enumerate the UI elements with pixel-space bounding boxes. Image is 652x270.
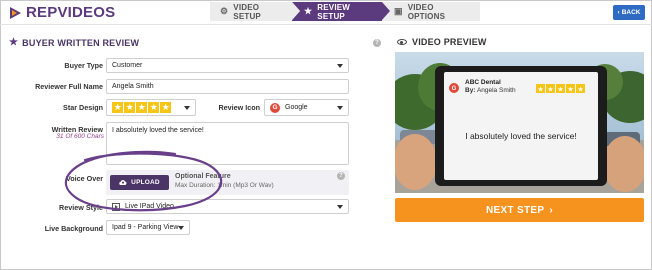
char-count: 31 Of 600 Chars xyxy=(56,133,104,140)
form-title: BUYER WRITTEN REVIEW xyxy=(22,37,140,48)
next-step-label: NEXT STEP xyxy=(486,204,545,216)
svg-text:★: ★ xyxy=(547,86,553,94)
star-icon: ★ xyxy=(124,102,135,113)
max-duration-text: Max Duration: 1min (Mp3 Or Wav) xyxy=(175,182,274,189)
upload-button[interactable]: UPLOAD xyxy=(110,175,169,190)
cloud-upload-icon xyxy=(119,180,127,186)
svg-text:★: ★ xyxy=(577,86,583,94)
star-icon: ★ xyxy=(304,6,313,16)
logo-text: REPVIDEOS xyxy=(26,4,116,21)
gears-icon: ⚙ xyxy=(220,6,229,16)
step-label: VIDEO OPTIONS xyxy=(407,2,446,21)
preview-reviewer: Angela Smith xyxy=(476,87,516,94)
written-review-textarea[interactable]: I absolutely loved the service! xyxy=(106,122,349,165)
star-icon: ★ xyxy=(112,102,123,113)
eye-icon xyxy=(397,39,407,45)
chevron-down-icon xyxy=(337,106,343,110)
voice-help-icon[interactable]: ? xyxy=(337,172,345,180)
star-icon: ★ xyxy=(136,102,147,113)
svg-text:★: ★ xyxy=(567,86,573,94)
next-step-button[interactable]: NEXT STEP › xyxy=(395,198,644,222)
star-rating: ★ ★ ★ ★ ★ xyxy=(112,101,172,114)
star-icon: ★ xyxy=(148,102,159,113)
step-label: REVIEW SETUP xyxy=(317,2,351,21)
live-background-value: Ipad 9 - Parking View xyxy=(112,224,179,231)
live-background-select[interactable]: Ipad 9 - Parking View xyxy=(106,220,190,235)
film-icon: ▣ xyxy=(394,6,403,16)
video-icon xyxy=(112,202,120,211)
svg-text:★: ★ xyxy=(557,86,563,94)
reviewer-name-label: Reviewer Full Name xyxy=(35,82,103,91)
step-label: VIDEO SETUP xyxy=(233,2,261,21)
step-video-setup[interactable]: ⚙ VIDEO SETUP xyxy=(210,2,300,21)
back-button[interactable]: ‹ BACK xyxy=(613,5,645,20)
preview-business-name: ABC Dental xyxy=(465,79,501,86)
header-divider xyxy=(0,24,652,25)
help-icon[interactable]: ? xyxy=(373,39,381,47)
star-icon: ★ xyxy=(9,37,19,48)
review-style-value: Live IPad Video xyxy=(125,203,174,210)
buyer-type-select[interactable]: Customer xyxy=(106,58,349,73)
buyer-type-value: Customer xyxy=(112,62,143,69)
preview-review-text: I absolutely loved the service! xyxy=(465,131,577,141)
chevron-right-icon: › xyxy=(549,204,553,216)
wizard-steps: ⚙ VIDEO SETUP ★ REVIEW SETUP ▣ VIDEO OPT… xyxy=(210,2,480,21)
preview-title: VIDEO PREVIEW xyxy=(397,37,487,47)
svg-text:G: G xyxy=(452,86,457,92)
review-style-select[interactable]: Live IPad Video xyxy=(106,199,349,214)
preview-title-text: VIDEO PREVIEW xyxy=(412,37,487,47)
reviewer-name-value: Angela Smith xyxy=(112,83,154,90)
review-icon-label: Review Icon xyxy=(218,103,260,112)
svg-text:★: ★ xyxy=(537,86,543,94)
step-review-setup[interactable]: ★ REVIEW SETUP xyxy=(292,2,390,21)
step-video-options[interactable]: ▣ VIDEO OPTIONS xyxy=(382,2,480,21)
review-style-label: Review Style xyxy=(59,203,103,212)
chevron-left-icon: ‹ xyxy=(617,9,620,16)
buyer-type-label: Buyer Type xyxy=(64,61,103,70)
preview-by-prefix: By: xyxy=(465,87,476,94)
chevron-down-icon xyxy=(337,64,343,68)
preview-scene: G ★ ★ ★ ★ ★ xyxy=(395,52,644,193)
star-design-label: Star Design xyxy=(63,103,103,112)
repvideos-logo: REPVIDEOS xyxy=(8,4,115,22)
chevron-down-icon xyxy=(337,205,343,209)
back-label: BACK xyxy=(621,9,641,16)
logo-play-icon xyxy=(10,7,21,19)
upload-label: UPLOAD xyxy=(131,179,160,186)
review-icon-select[interactable]: G Google xyxy=(264,99,349,116)
review-icon-value: Google xyxy=(285,104,308,111)
google-icon: G xyxy=(270,102,280,113)
form-section-title: ★ BUYER WRITTEN REVIEW xyxy=(9,37,139,48)
reviewer-name-input[interactable]: Angela Smith xyxy=(106,79,349,94)
chevron-down-icon xyxy=(178,226,184,230)
preview-byline: By: Angela Smith xyxy=(465,87,516,94)
video-preview[interactable]: G ★ ★ ★ ★ ★ ABC Dental By: Angela Smith … xyxy=(395,52,644,193)
optional-feature-text: Optional Feature xyxy=(175,173,231,180)
live-background-label: Live Background xyxy=(44,224,103,233)
voice-over-label: Voice Over xyxy=(65,174,103,183)
